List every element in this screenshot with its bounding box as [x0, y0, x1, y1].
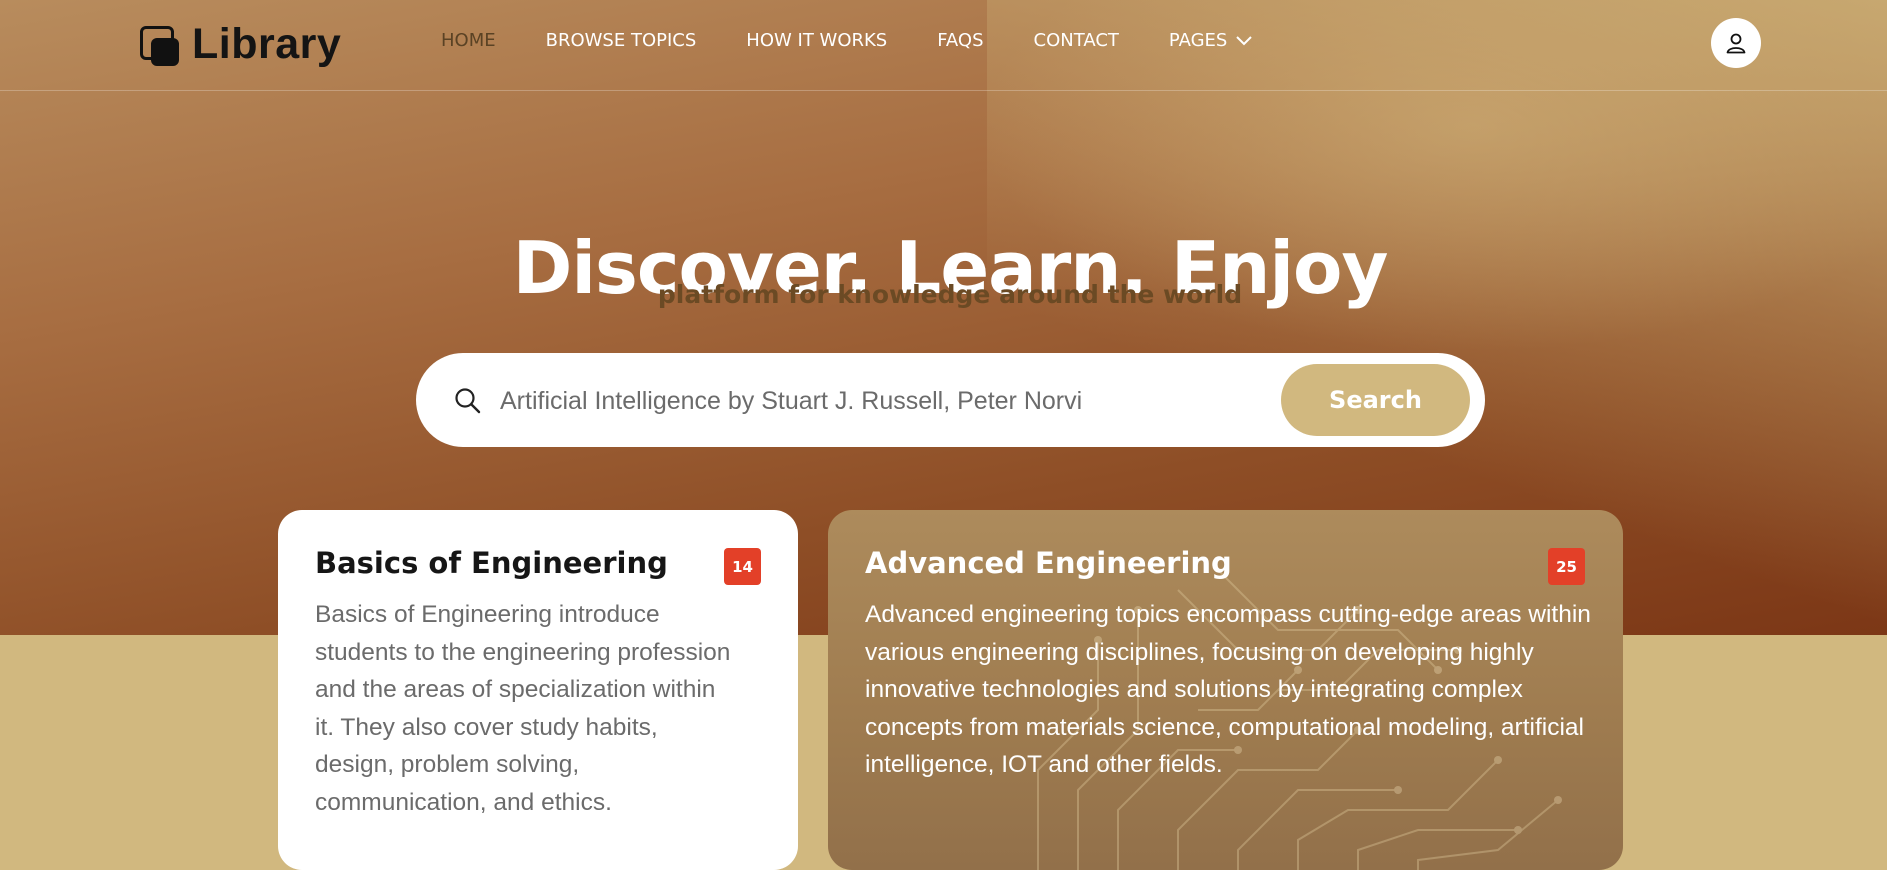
nav-link-how-it-works[interactable]: HOW IT WORKS: [746, 30, 887, 51]
card-description: Basics of Engineering introduce students…: [315, 601, 731, 816]
search-button[interactable]: Search: [1281, 364, 1470, 436]
brand-name: Library: [192, 20, 342, 68]
search-bar: Search: [416, 353, 1485, 447]
library-logo-icon: [140, 24, 182, 66]
user-icon: [1726, 33, 1746, 54]
main-nav: HOME BROWSE TOPICS HOW IT WORKS FAQS CON…: [441, 30, 1303, 51]
topic-count-badge: 14: [724, 548, 761, 585]
nav-link-pages[interactable]: PAGES: [1169, 30, 1253, 51]
card-title: Basics of Engineering: [315, 546, 668, 580]
nav-link-home[interactable]: HOME: [441, 30, 496, 51]
topic-card-basics-of-engineering[interactable]: Basics of Engineering 14 Basics of Engin…: [278, 510, 798, 870]
card-title: Advanced Engineering: [865, 546, 1232, 580]
top-navbar: Library HOME BROWSE TOPICS HOW IT WORKS …: [0, 0, 1887, 91]
search-input[interactable]: [498, 375, 1262, 427]
user-account-button[interactable]: [1711, 18, 1761, 68]
topic-count-badge: 25: [1548, 548, 1585, 585]
nav-link-browse-topics[interactable]: BROWSE TOPICS: [546, 30, 697, 51]
topic-card-advanced-engineering[interactable]: Advanced Engineering 25 Advanced enginee…: [828, 510, 1623, 870]
nav-link-pages-label: PAGES: [1168, 30, 1228, 51]
hero-subtitle: platform for knowledge around the world: [657, 280, 1243, 309]
card-description: Advanced engineering topics encompass cu…: [865, 601, 1591, 778]
nav-link-faqs[interactable]: FAQS: [937, 30, 983, 51]
nav-link-contact[interactable]: CONTACT: [1034, 30, 1119, 51]
chevron-down-icon: [1236, 35, 1253, 45]
brand-logo[interactable]: Library: [140, 20, 341, 69]
search-icon: [455, 388, 481, 414]
